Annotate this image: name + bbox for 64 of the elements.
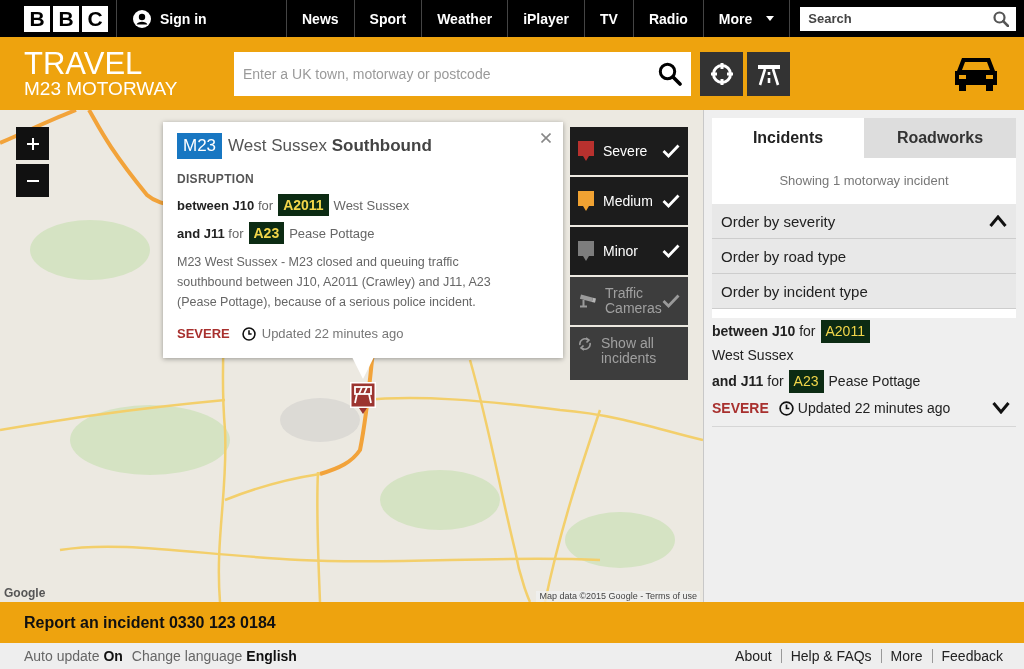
page-subtitle: M23 MOTORWAY	[24, 78, 179, 99]
updated-time: Updated 22 minutes ago	[261, 326, 404, 341]
clock-icon	[778, 400, 794, 416]
zoom-out-button[interactable]	[16, 164, 49, 197]
cctv-camera-icon	[578, 294, 596, 308]
setting-link[interactable]: Auto update On	[24, 648, 123, 664]
location-search-field[interactable]: Enter a UK town, motorway or postcode	[234, 51, 691, 96]
roadworks-marker-icon[interactable]	[350, 382, 376, 414]
page-title: TRAVEL	[24, 48, 144, 79]
close-icon[interactable]	[541, 133, 551, 143]
footer-link[interactable]: Feedback	[931, 649, 1012, 663]
junction-text: and J11 for	[712, 372, 784, 391]
setting-link[interactable]: Change language English	[131, 648, 297, 664]
place-text: West Sussex	[712, 346, 794, 365]
clock-icon	[241, 326, 256, 341]
severity-label: SEVERE	[712, 400, 769, 416]
junction-text: between J10 for	[177, 197, 274, 213]
road-number-badge: A23	[248, 222, 285, 244]
locate-button[interactable]	[700, 51, 743, 96]
junction-text: between J10 for	[712, 322, 816, 341]
road-number-badge: M23	[177, 133, 223, 159]
panel-tab[interactable]: Incidents	[712, 118, 864, 158]
footer-link[interactable]: Help & FAQs	[780, 649, 881, 663]
crosshair-icon	[709, 61, 734, 86]
refresh-icon	[578, 337, 592, 351]
legend-filter[interactable]: Medium	[570, 177, 688, 225]
panel-tab[interactable]: Roadworks	[864, 118, 1016, 158]
report-incident-text: Report an incident 0330 123 0184	[24, 613, 276, 632]
place-text: Pease Pottage	[828, 372, 921, 391]
map-logo: Google	[4, 586, 46, 600]
legend-filter[interactable]: Minor	[570, 227, 688, 275]
incident-item[interactable]: between J10 for A2011 West Sussex and J11 for A23 Pease Pottage SEVERE Updated 22 minutes ago	[712, 318, 1016, 427]
logo-letter[interactable]: C	[82, 5, 108, 32]
road-number-badge: A2011	[820, 320, 870, 343]
legend-filter[interactable]: Severe	[570, 127, 688, 175]
minus-icon	[26, 179, 39, 182]
user-icon	[133, 9, 151, 28]
sort-option[interactable]: Order by incident type	[712, 274, 1016, 309]
sort-option[interactable]: Order by severity	[712, 204, 1016, 239]
popup-title: West Sussex Southbound	[228, 136, 432, 156]
footer-link[interactable]: About	[726, 649, 781, 663]
incident-description: M23 West Sussex - M23 closed and queuing traffic southbound between J10, A2011 (Crawley) and J11, A23 (Pease Pottage), because of a serious police incident.	[177, 254, 492, 311]
footer-link[interactable]: More	[880, 649, 932, 663]
road-number-badge: A23	[788, 370, 824, 393]
search-field[interactable]: Search	[800, 6, 1017, 31]
search-icon[interactable]	[658, 61, 682, 86]
place-text: Pease Pottage	[289, 225, 375, 241]
map-attribution[interactable]: Map data ©2015 Google - Terms of use	[536, 591, 700, 602]
chevron-down-icon[interactable]	[992, 402, 1010, 414]
car-icon	[955, 55, 997, 92]
sort-option[interactable]: Order by road type	[712, 239, 1016, 274]
severity-label: SEVERE	[177, 326, 230, 341]
road-number-badge: A2011	[278, 194, 329, 216]
logo-letter[interactable]: B	[53, 5, 79, 32]
motorway-button[interactable]	[747, 51, 790, 96]
search-icon[interactable]	[993, 10, 1010, 27]
category-label: DISRUPTION	[177, 172, 255, 186]
place-text: West Sussex	[333, 197, 410, 213]
junction-text: and J11 for	[177, 225, 244, 241]
updated-time: Updated 22 minutes ago	[797, 400, 951, 416]
plus-icon	[26, 137, 39, 150]
incident-count: Showing 1 motorway incident	[778, 172, 950, 190]
zoom-in-button[interactable]	[16, 127, 49, 160]
logo-letter[interactable]: B	[24, 5, 50, 32]
